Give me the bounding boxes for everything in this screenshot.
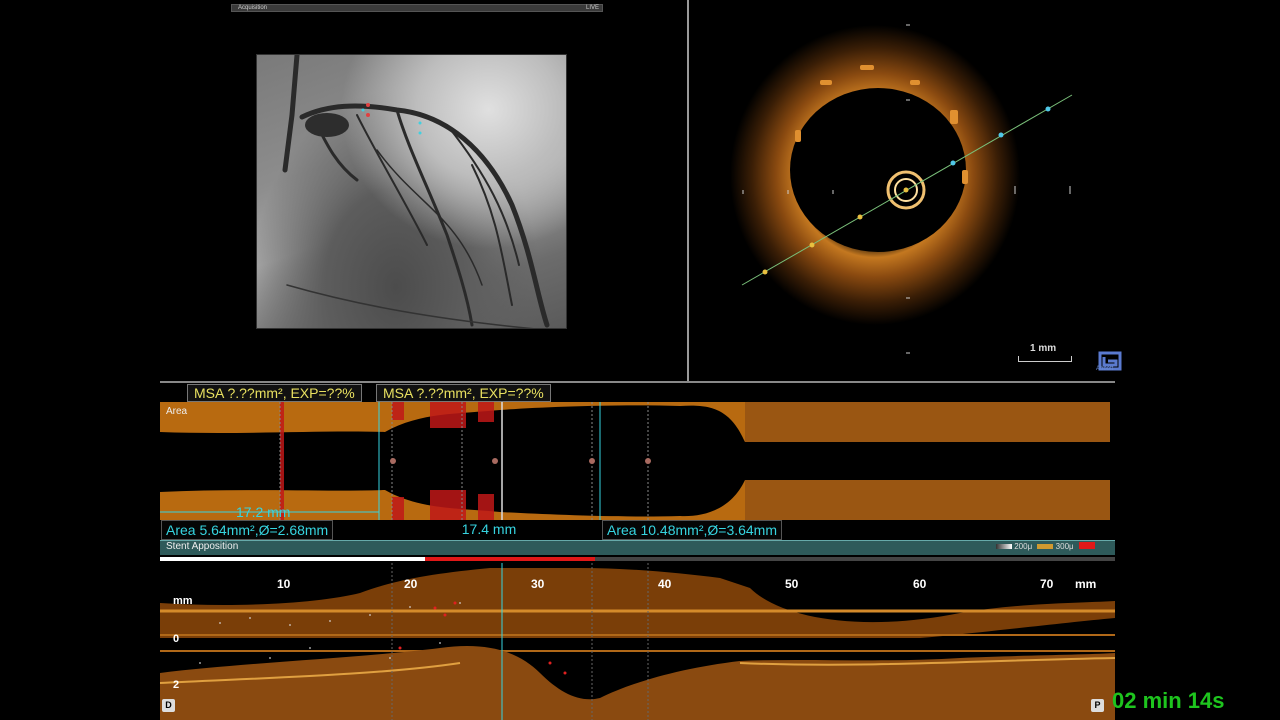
angio-vessels [282,55,550,328]
longitudinal-image [160,563,1115,720]
horizontal-divider [160,381,1115,383]
reference-area-left: Area 5.64mm²,Ø=2.68mm [161,520,334,540]
length-left: 17.2 mm [236,504,291,520]
acquisition-bar: Acquisition LIVE [231,4,603,12]
legend-swatch-orange [1037,544,1054,549]
tick-70: 70 [1040,577,1054,591]
proximal-button[interactable]: P [1091,699,1104,712]
legend-200-label: 200μ [1014,542,1033,551]
tick-40: 40 [658,577,672,591]
apposition-legend: 200μ 300μ [996,542,1095,551]
scale-bar [1018,356,1072,362]
tick-20: 20 [404,577,418,591]
tick-60: 60 [913,577,927,591]
longitudinal-view[interactable] [160,563,1115,720]
msa-label-right: MSA ?.??mm², EXP=??% [376,384,551,402]
lumen-area-graph[interactable] [160,402,1110,520]
msa-label-left: MSA ?.??mm², EXP=??% [187,384,362,402]
stent-apposition-label: Stent Apposition [166,541,239,552]
reference-area-right: Area 10.48mm²,Ø=3.64mm [602,520,783,540]
tick-30: 30 [531,577,545,591]
tick-10: 10 [277,577,291,591]
length-right: 17.4 mm [461,521,517,537]
progress-white-fill [160,557,425,561]
angiography-view[interactable] [256,54,567,329]
area-panel-title: Area [166,406,188,417]
pullback-progress [160,557,1115,561]
oct-cross-section[interactable] [700,20,1120,360]
tick-unit: mm [1075,577,1097,591]
distal-button[interactable]: D [162,699,175,712]
stent-apposition-bar[interactable] [160,540,1115,555]
y-label-2: 2 [173,679,180,691]
live-label: LIVE [585,5,599,11]
elapsed-timer: 02 min 14s [1112,688,1225,713]
tick-50: 50 [785,577,799,591]
logo-text: Abbott [1096,366,1114,372]
scale-label: 1 mm [1030,343,1057,354]
y-axis-unit: mm [173,595,193,607]
legend-swatch-white [996,544,1012,549]
progress-red-segment [424,557,595,561]
legend-300-label: 300μ [1055,542,1074,551]
y-label-0: 0 [173,633,180,645]
legend-swatch-red [1078,542,1095,549]
vertical-divider [687,0,689,382]
lumen-area-svg [160,402,1110,520]
acquisition-label: Acquisition [238,5,268,11]
oct-cross-section-image [730,24,1073,354]
